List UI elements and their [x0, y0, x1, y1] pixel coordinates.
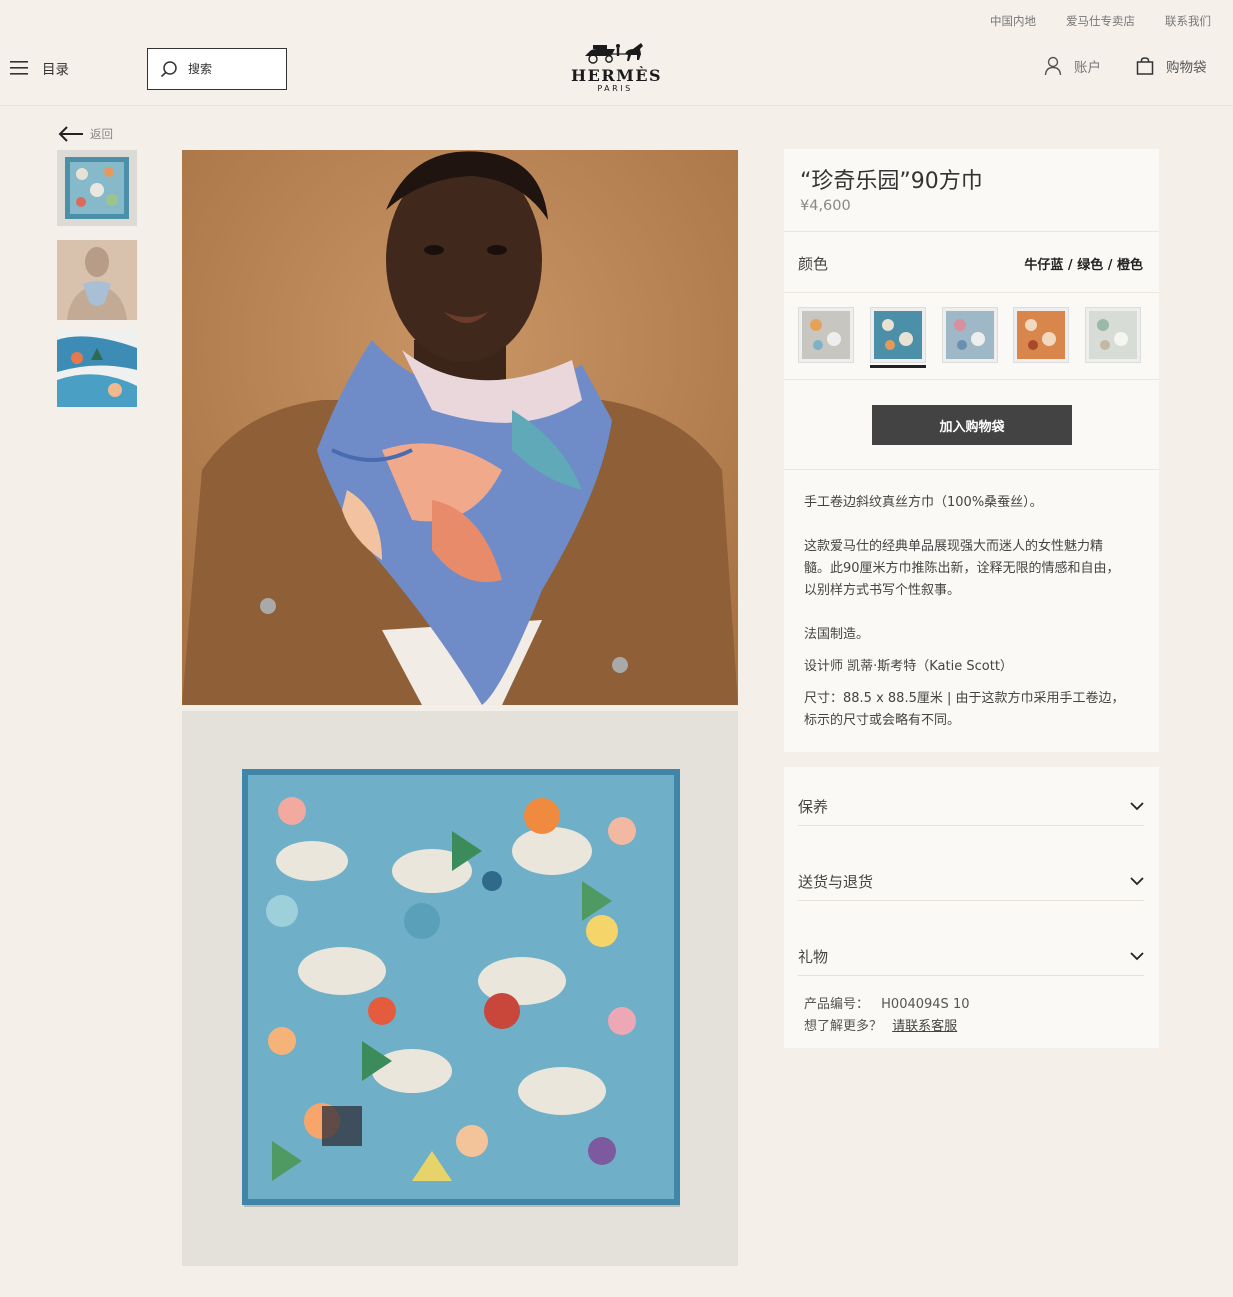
- accordion-care[interactable]: 保养: [798, 788, 1144, 826]
- thumbnail-model[interactable]: [57, 240, 137, 320]
- thumbnail-detail[interactable]: [57, 330, 137, 407]
- back-link[interactable]: 返回: [58, 126, 113, 142]
- divider: [784, 231, 1159, 232]
- site-header: 中国内地 爱马仕专卖店 联系我们 目录 搜索 HERMÈS PARIS 账户 购…: [0, 0, 1233, 106]
- account-label: 账户: [1074, 60, 1101, 76]
- swatch-grey-multicolor[interactable]: [798, 307, 854, 363]
- description-line: 这款爱马仕的经典单品展现强大而迷人的女性魅力精: [804, 539, 1104, 554]
- divider: [784, 379, 1159, 380]
- description-line: 髓。此90厘米方巾推陈出新，诠释无限的情感和自由，: [804, 561, 1120, 576]
- scarf-flat-image: [182, 711, 738, 1266]
- model-photo: [182, 150, 738, 705]
- description-designer: 设计师 凯蒂·斯考特（Katie Scott）: [804, 659, 1013, 674]
- scarf-thumbnail-image: [57, 150, 137, 226]
- logo-brand-text: HERMÈS: [571, 66, 663, 85]
- description-size: 标示的尺寸或会略有不同。: [804, 713, 961, 728]
- product-sku: 产品编号： H004094S 10: [804, 993, 969, 1012]
- search-input[interactable]: [188, 62, 278, 76]
- color-value: 牛仔蓝 / 绿色 / 橙色: [1024, 258, 1143, 273]
- divider: [784, 292, 1159, 293]
- chevron-down-icon: [1130, 877, 1144, 886]
- thumbnail-scarf-flat[interactable]: [57, 150, 137, 226]
- model-wearing-scarf-image: [182, 150, 738, 705]
- chevron-down-icon: [1130, 802, 1144, 811]
- sku-label: 产品编号：: [804, 997, 870, 1012]
- hamburger-icon: [10, 61, 28, 75]
- contact-link[interactable]: 联系我们: [1165, 13, 1211, 29]
- shopping-bag-icon: [1136, 57, 1154, 75]
- accordion-label: 礼物: [798, 948, 829, 966]
- region-link[interactable]: 中国内地: [990, 13, 1036, 29]
- accordion-label: 保养: [798, 798, 829, 816]
- stores-link[interactable]: 爱马仕专卖店: [1066, 13, 1135, 29]
- swatch-image: [1089, 311, 1137, 359]
- swatch-image: [802, 311, 850, 359]
- product-price: ¥4,600: [800, 198, 851, 214]
- sku-value: H004094S 10: [881, 997, 970, 1012]
- divider: [784, 469, 1159, 470]
- search-icon: [160, 61, 177, 78]
- hermes-logo[interactable]: HERMÈS PARIS: [571, 40, 663, 93]
- description-line: 以别样方式书写个性叙事。: [804, 583, 961, 598]
- search-box[interactable]: [147, 48, 287, 90]
- menu-button[interactable]: 目录: [10, 58, 69, 78]
- model-thumbnail-image: [57, 240, 137, 320]
- bag-label: 购物袋: [1166, 60, 1207, 76]
- accordion-gift[interactable]: 礼物: [798, 938, 1144, 976]
- description-material: 手工卷边斜纹真丝方巾（100%桑蚕丝）。: [804, 495, 1043, 510]
- swatch-denim-blue[interactable]: [870, 307, 926, 363]
- swatch-orange[interactable]: [1013, 307, 1069, 363]
- detail-thumbnail-image: [57, 330, 137, 407]
- add-to-bag-button[interactable]: 加入购物袋: [872, 405, 1072, 445]
- menu-label: 目录: [42, 62, 69, 78]
- description-made-in: 法国制造。: [804, 627, 870, 642]
- accordion-label: 送货与退货: [798, 873, 874, 891]
- top-links: 中国内地 爱马仕专卖店 联系我们: [990, 13, 1211, 29]
- swatch-light-grey[interactable]: [1085, 307, 1141, 363]
- accordion-shipping[interactable]: 送货与退货: [798, 863, 1144, 901]
- scarf-photo: [182, 711, 738, 1266]
- color-label: 颜色: [798, 255, 829, 273]
- arrow-left-icon: [58, 126, 83, 142]
- product-title: “珍奇乐园”90方巾: [800, 169, 983, 194]
- description-size: 尺寸：88.5 x 88.5厘米 | 由于这款方巾采用手工卷边，: [804, 691, 1125, 706]
- account-button[interactable]: 账户: [1044, 56, 1101, 76]
- back-label: 返回: [90, 127, 113, 141]
- user-icon: [1044, 56, 1062, 76]
- more-info-label: 想了解更多？: [804, 1019, 883, 1034]
- swatch-image: [946, 311, 994, 359]
- shopping-bag-button[interactable]: 购物袋: [1136, 56, 1207, 76]
- carriage-logo-icon: [585, 43, 643, 64]
- chevron-down-icon: [1130, 952, 1144, 961]
- swatch-pastel-blue[interactable]: [942, 307, 998, 363]
- swatch-image: [1017, 311, 1065, 359]
- selected-swatch-indicator: [870, 365, 926, 368]
- swatch-image: [874, 311, 922, 359]
- help-line: 想了解更多？ 请联系客服: [804, 1015, 957, 1034]
- contact-service-link[interactable]: 请联系客服: [892, 1019, 957, 1034]
- logo-city-text: PARIS: [597, 84, 633, 93]
